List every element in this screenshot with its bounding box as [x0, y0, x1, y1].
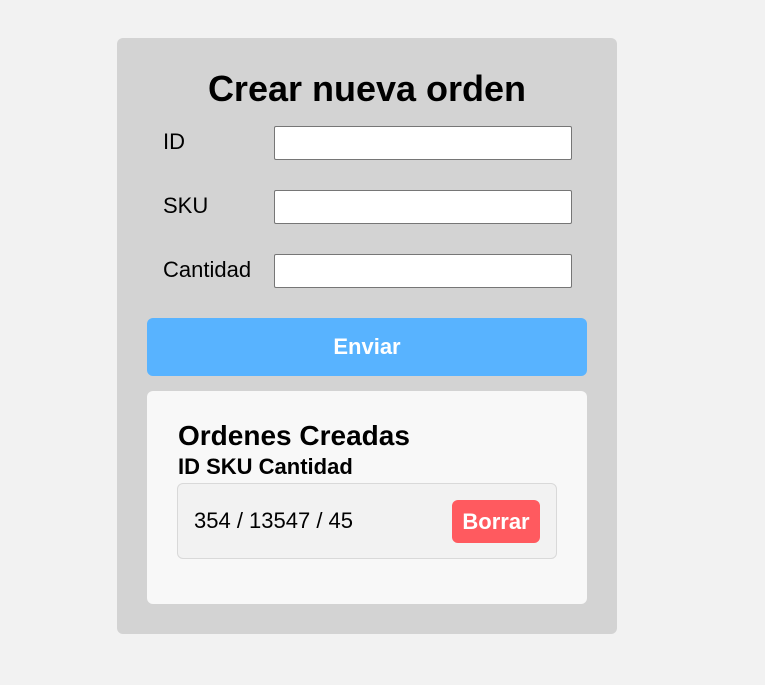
orders-panel: Ordenes Creadas ID SKU Cantidad 354 / 13…	[147, 391, 587, 604]
cantidad-input[interactable]	[274, 254, 572, 288]
submit-button[interactable]: Enviar	[147, 318, 587, 376]
orders-title: Ordenes Creadas	[178, 420, 410, 451]
order-details: 354 / 13547 / 45	[194, 508, 354, 533]
orders-column-header: ID SKU Cantidad	[178, 454, 353, 479]
sku-label: SKU	[163, 193, 209, 218]
sku-input[interactable]	[274, 190, 572, 224]
form-title: Crear nueva orden	[207, 68, 527, 109]
cantidad-label: Cantidad	[163, 257, 252, 282]
id-input[interactable]	[274, 126, 572, 160]
delete-order-button[interactable]: Borrar	[452, 500, 540, 543]
order-form-card: Crear nueva orden ID SKU Cantidad Enviar…	[117, 38, 617, 634]
order-row: 354 / 13547 / 45 Borrar	[177, 483, 557, 559]
id-label: ID	[163, 129, 185, 154]
